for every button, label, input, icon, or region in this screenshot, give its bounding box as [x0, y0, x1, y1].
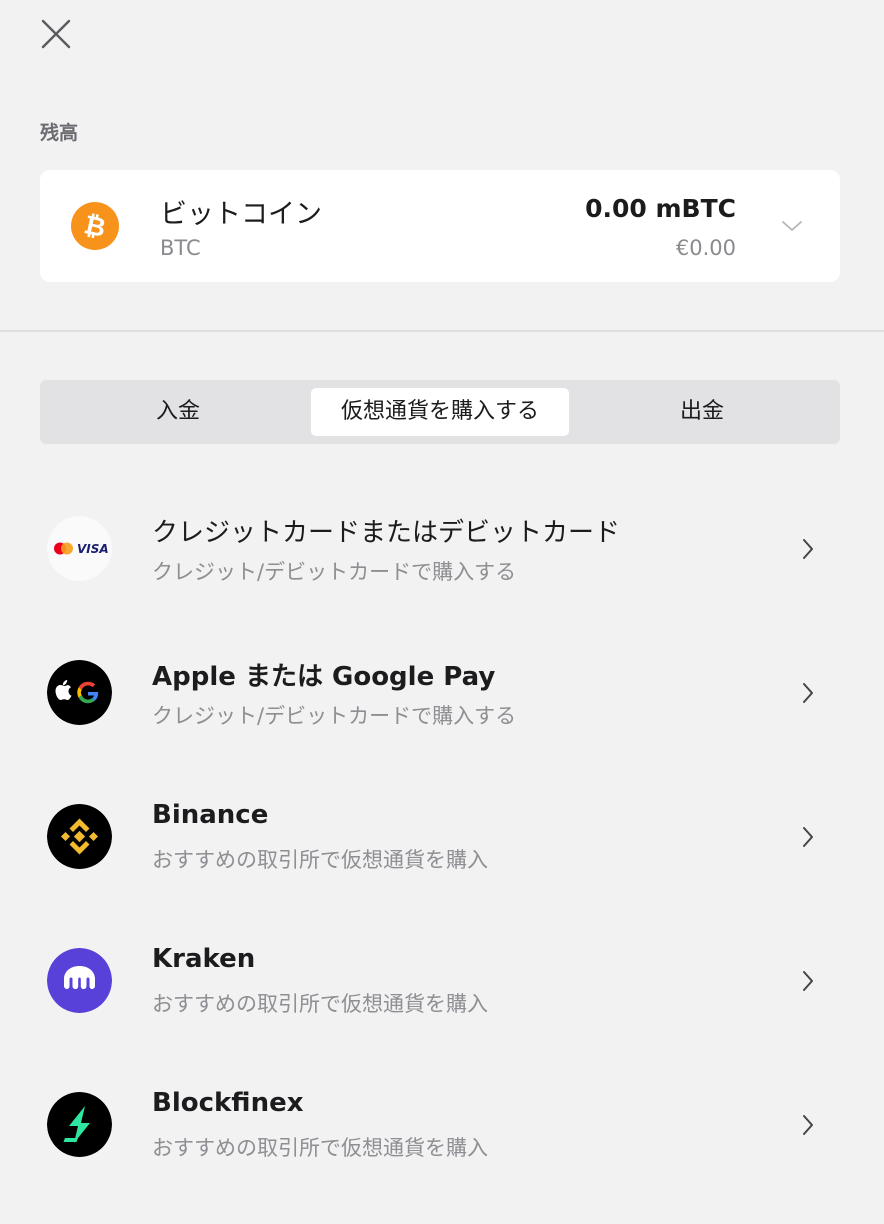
coin-amount: 0.00 mBTC — [585, 194, 736, 223]
chevron-right-icon — [803, 971, 813, 991]
tab-deposit[interactable]: 入金 — [48, 388, 308, 436]
balance-section-label: 残高 — [40, 122, 79, 144]
chevron-right-icon — [803, 827, 813, 847]
method-title: Binance — [152, 800, 269, 830]
method-title: Blockfinex — [152, 1088, 304, 1118]
list-item-card[interactable]: VISA クレジットカードまたはデビットカード クレジット/デビットカードで購入… — [0, 476, 884, 620]
chevron-right-icon — [803, 683, 813, 703]
kraken-icon — [47, 948, 112, 1013]
chevron-right-icon — [803, 1115, 813, 1135]
tab-bar: 入金 仮想通貨を購入する 出金 — [40, 380, 840, 444]
method-subtitle: おすすめの取引所で仮想通貨を購入 — [152, 848, 488, 872]
list-item-kraken[interactable]: Kraken おすすめの取引所で仮想通貨を購入 — [0, 908, 884, 1052]
svg-text:VISA: VISA — [77, 542, 109, 556]
close-icon — [41, 19, 71, 49]
mastercard-visa-icon: VISA — [47, 516, 112, 581]
method-title: Apple または Google Pay — [152, 662, 496, 692]
coin-name: ビットコイン — [160, 199, 322, 230]
apple-google-pay-icon — [47, 660, 112, 725]
method-subtitle: おすすめの取引所で仮想通貨を購入 — [152, 992, 488, 1016]
coin-fiat-value: €0.00 — [675, 236, 736, 260]
method-subtitle: おすすめの取引所で仮想通貨を購入 — [152, 1136, 488, 1160]
binance-icon — [47, 804, 112, 869]
tab-buy-crypto[interactable]: 仮想通貨を購入する — [311, 388, 569, 436]
chevron-right-icon — [803, 539, 813, 559]
tab-withdraw[interactable]: 出金 — [572, 388, 832, 436]
method-subtitle: クレジット/デビットカードで購入する — [152, 704, 517, 728]
method-title: クレジットカードまたはデビットカード — [152, 518, 621, 548]
blockfinex-icon — [47, 1092, 112, 1157]
method-subtitle: クレジット/デビットカードで購入する — [152, 560, 517, 584]
chevron-down-icon[interactable] — [780, 216, 804, 236]
list-item-apple-google-pay[interactable]: Apple または Google Pay クレジット/デビットカードで購入する — [0, 620, 884, 764]
list-item-blockfinex[interactable]: Blockfinex おすすめの取引所で仮想通貨を購入 — [0, 1052, 884, 1196]
close-button[interactable] — [38, 16, 74, 52]
balance-card[interactable]: ₿ ビットコイン BTC 0.00 mBTC €0.00 — [40, 170, 840, 282]
bitcoin-icon: ₿ — [71, 202, 119, 250]
method-title: Kraken — [152, 944, 256, 974]
payment-method-list: VISA クレジットカードまたはデビットカード クレジット/デビットカードで購入… — [0, 476, 884, 1196]
list-item-binance[interactable]: Binance おすすめの取引所で仮想通貨を購入 — [0, 764, 884, 908]
coin-symbol: BTC — [160, 236, 201, 260]
section-divider — [0, 330, 884, 332]
